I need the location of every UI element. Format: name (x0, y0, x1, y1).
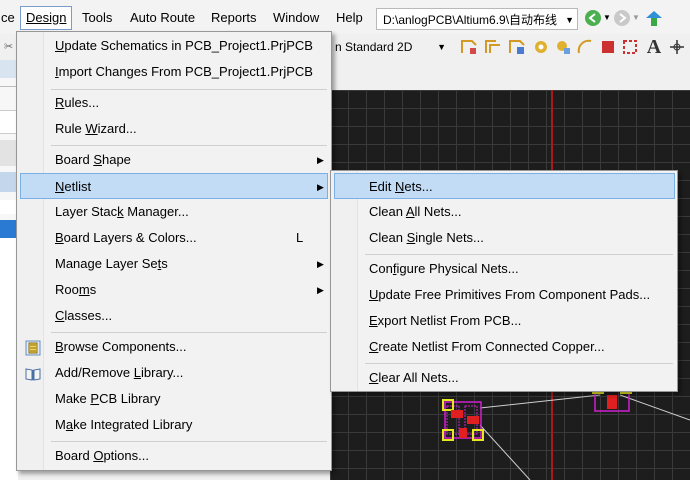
chevron-down-icon[interactable]: ▼ (632, 13, 640, 22)
menu-place[interactable]: ce (0, 7, 20, 29)
library-book-icon (25, 365, 41, 381)
menu-tools[interactable]: Tools (77, 7, 117, 29)
menu-item-import-changes[interactable]: Import Changes From PCB_Project1.PrjPCB (20, 59, 328, 85)
place-coordinate-icon[interactable] (668, 38, 686, 56)
place-arc-icon[interactable] (576, 38, 594, 56)
menu-item-make-integrated-library[interactable]: Make Integrated Library (20, 412, 328, 438)
design-menu: Update Schematics in PCB_Project1.PrjPCB… (16, 31, 332, 471)
ratsnest-line (479, 424, 531, 480)
cut-icon[interactable]: ✂ (4, 40, 13, 53)
menu-item-create-netlist-from-copper[interactable]: Create Netlist From Connected Copper... (334, 334, 675, 360)
component-footprint (442, 399, 484, 441)
back-arrow-icon[interactable] (585, 10, 601, 26)
place-via-icon[interactable] (554, 38, 572, 56)
menu-item-configure-physical-nets[interactable]: Configure Physical Nets... (334, 256, 675, 282)
view-mode-select[interactable]: n Standard 2D ▼ (335, 38, 450, 56)
menu-separator (51, 441, 327, 442)
menu-item-clean-all-nets[interactable]: Clean All Nets... (334, 199, 675, 225)
menu-item-rule-wizard[interactable]: Rule Wizard... (20, 116, 328, 142)
menu-item-netlist[interactable]: Netlist ▶ (20, 173, 328, 199)
menu-item-board-shape[interactable]: Board Shape ▶ (20, 147, 328, 173)
menu-window[interactable]: Window (268, 7, 324, 29)
home-icon[interactable] (644, 8, 664, 28)
place-string-icon[interactable]: A (645, 37, 663, 57)
menu-separator (51, 145, 327, 146)
menu-item-clear-all-nets[interactable]: Clear All Nets... (334, 365, 675, 391)
menu-item-rooms[interactable]: Rooms ▶ (20, 277, 328, 303)
route-diff-pair-icon[interactable] (484, 38, 502, 56)
shortcut-label: L (296, 230, 304, 245)
menu-item-clean-single-nets[interactable]: Clean Single Nets... (334, 225, 675, 251)
menu-design[interactable]: Design (20, 6, 73, 30)
submenu-arrow-icon: ▶ (317, 182, 324, 192)
browse-components-icon (25, 339, 41, 356)
place-polygon-icon[interactable] (621, 38, 639, 56)
menu-separator (365, 363, 673, 364)
menu-item-board-options[interactable]: Board Options... (20, 443, 328, 469)
menu-item-update-schematics[interactable]: Update Schematics in PCB_Project1.PrjPCB (20, 33, 328, 59)
menu-item-add-remove-library[interactable]: Add/Remove Library... (20, 360, 328, 386)
view-mode-value: n Standard 2D (335, 40, 413, 54)
submenu-arrow-icon: ▶ (317, 155, 324, 165)
document-path-text: D:\anlogPCB\Altium6.9\自动布线 (383, 13, 558, 27)
menu-bar: ce Design Tools Auto Route Reports Windo… (0, 0, 690, 34)
menu-item-make-pcb-library[interactable]: Make PCB Library (20, 386, 328, 412)
submenu-arrow-icon: ▶ (317, 259, 324, 269)
menu-item-manage-layer-sets[interactable]: Manage Layer Sets ▶ (20, 251, 328, 277)
route-interactive-icon[interactable] (460, 38, 478, 56)
submenu-arrow-icon: ▶ (317, 285, 324, 295)
menu-auto-route[interactable]: Auto Route (125, 7, 200, 29)
place-pad-icon[interactable] (532, 38, 550, 56)
menu-reports[interactable]: Reports (206, 7, 262, 29)
menu-item-update-free-primitives[interactable]: Update Free Primitives From Component Pa… (334, 282, 675, 308)
chevron-down-icon: ▼ (565, 15, 574, 25)
menu-separator (365, 254, 673, 255)
chevron-down-icon[interactable]: ▼ (603, 13, 611, 22)
ratsnest-line (479, 394, 601, 409)
ratsnest-line (619, 394, 690, 421)
menu-item-board-layers-colors[interactable]: Board Layers & Colors... L (20, 225, 328, 251)
chevron-down-icon: ▼ (437, 42, 446, 52)
menu-separator (51, 332, 327, 333)
menu-item-rules[interactable]: Rules... (20, 90, 328, 116)
route-multiple-icon[interactable] (508, 38, 526, 56)
menu-item-export-netlist[interactable]: Export Netlist From PCB... (334, 308, 675, 334)
place-fill-icon[interactable] (599, 38, 617, 56)
menu-item-classes[interactable]: Classes... (20, 303, 328, 329)
netlist-submenu: Edit Nets... Clean All Nets... Clean Sin… (330, 170, 678, 392)
document-path-combo[interactable]: D:\anlogPCB\Altium6.9\自动布线 ▼ (376, 8, 578, 30)
forward-arrow-icon[interactable] (614, 10, 630, 26)
menu-item-layer-stack-manager[interactable]: Layer Stack Manager... (20, 199, 328, 225)
menu-help[interactable]: Help (331, 7, 368, 29)
menu-item-browse-components[interactable]: Browse Components... (20, 334, 328, 360)
menu-item-edit-nets[interactable]: Edit Nets... (334, 173, 675, 199)
